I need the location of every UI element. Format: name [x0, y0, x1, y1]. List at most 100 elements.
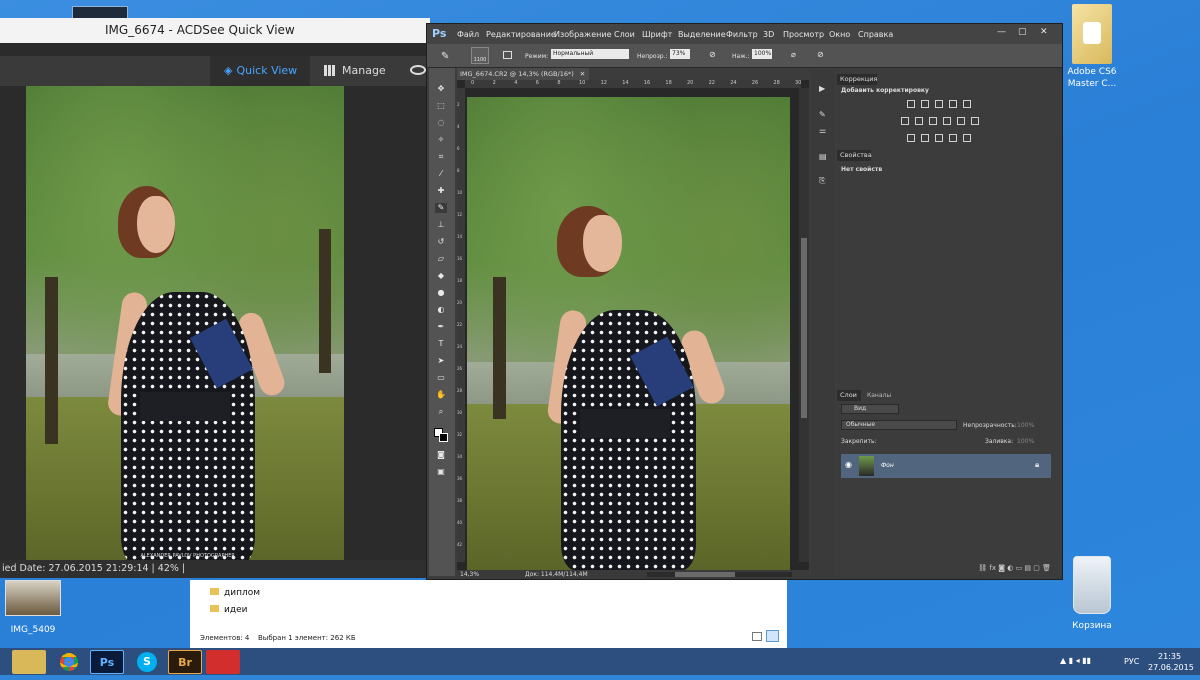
hue-sat-icon[interactable] [901, 117, 909, 125]
type-tool-icon[interactable]: T [435, 339, 447, 349]
tab-channels[interactable]: Каналы [867, 392, 891, 399]
language-indicator[interactable]: РУС [1124, 657, 1139, 666]
color-balance-icon[interactable] [915, 117, 923, 125]
visibility-eye-icon[interactable]: ◉ [845, 460, 852, 469]
airbrush-icon[interactable]: ⌀ [791, 50, 796, 59]
hand-tool-icon[interactable]: ✋ [435, 390, 447, 400]
close-tab-icon[interactable]: ✕ [580, 70, 585, 78]
quick-select-tool-icon[interactable]: ✧ [435, 135, 447, 145]
desktop-icon-recycle-bin[interactable]: Корзина [1062, 556, 1122, 632]
levels-icon[interactable] [921, 100, 929, 108]
clone-source-icon[interactable]: ⎘ [819, 176, 825, 186]
horizontal-scrollbar[interactable] [647, 572, 792, 577]
brightness-icon[interactable] [907, 100, 915, 108]
eraser-tool-icon[interactable]: ▱ [435, 254, 447, 264]
fill-input[interactable]: 100% [1017, 438, 1034, 445]
opacity-input[interactable]: 73% [670, 49, 690, 59]
menu-item[interactable]: Редактирование [486, 30, 556, 39]
channel-mixer-icon[interactable] [957, 117, 965, 125]
doc-info[interactable]: Док: 114,4M/114,4M [525, 571, 588, 578]
skype-icon[interactable]: S [130, 650, 164, 674]
threshold-icon[interactable] [935, 134, 943, 142]
screen-mode-icon[interactable]: ▣ [435, 467, 447, 477]
explorer-icon[interactable] [12, 650, 46, 674]
tab-correction[interactable]: Коррекция [837, 74, 877, 85]
vibrance-icon[interactable] [963, 100, 971, 108]
layer-kind-filter[interactable]: Вид [841, 404, 899, 414]
tab-manage[interactable]: Manage [322, 56, 392, 86]
camera-icon[interactable] [206, 650, 240, 674]
layer-row[interactable]: ◉ Фон 🔒︎ [841, 454, 1051, 478]
list-item[interactable]: диплом [210, 588, 260, 598]
mode-select[interactable]: Нормальный [551, 49, 629, 59]
lasso-tool-icon[interactable]: ◌ [435, 118, 447, 128]
color-lookup-icon[interactable] [971, 117, 979, 125]
minimize-button[interactable]: — [997, 27, 1006, 37]
menu-item[interactable]: Выделение [678, 30, 726, 39]
pressure-size-icon[interactable]: ⊘ [817, 50, 824, 59]
brush-size-preset[interactable]: 1100 [471, 47, 489, 64]
desktop-icon-img5409[interactable]: IMG_5409 [0, 580, 66, 636]
menu-item[interactable]: Шрифт [642, 30, 672, 39]
bw-icon[interactable] [929, 117, 937, 125]
bridge-icon[interactable]: Br [168, 650, 202, 674]
menu-item[interactable]: Фильтр [726, 30, 758, 39]
chrome-icon[interactable] [52, 650, 86, 674]
zoom-level[interactable]: 14,3% [460, 571, 479, 578]
clock-time[interactable]: 21:35 [1158, 652, 1181, 661]
view-eye-icon[interactable] [410, 65, 426, 75]
photo-filter-icon[interactable] [943, 117, 951, 125]
dodge-tool-icon[interactable]: ◐ [435, 305, 447, 315]
selective-color-icon[interactable] [963, 134, 971, 142]
exposure-icon[interactable] [949, 100, 957, 108]
brush-panel-icon[interactable] [503, 51, 512, 59]
adjust-icon[interactable]: ⚌ [819, 126, 826, 135]
tab-properties[interactable]: Свойства [837, 150, 872, 161]
background-color-swatch[interactable] [439, 433, 448, 442]
brush-tool-icon[interactable]: ✎ [441, 51, 449, 62]
history-icon[interactable]: ▤ [819, 152, 827, 161]
menu-item[interactable]: 3D [763, 30, 774, 39]
pen-tool-icon[interactable]: ✒ [435, 322, 447, 332]
eyedropper-tool-icon[interactable]: ⁄ [435, 169, 447, 179]
maximize-button[interactable]: ▢ [1018, 27, 1027, 37]
menu-item[interactable]: Справка [858, 30, 893, 39]
quick-mask-icon[interactable]: ◙ [435, 450, 447, 460]
gradient-map-icon[interactable] [949, 134, 957, 142]
menu-item[interactable]: Окно [829, 30, 850, 39]
list-item[interactable]: идеи [210, 605, 247, 615]
blend-mode-select[interactable]: Обычные [841, 420, 957, 430]
photoshop-icon[interactable]: Ps [90, 650, 124, 674]
tiles-view-icon[interactable] [766, 630, 779, 642]
history-brush-tool-icon[interactable]: ↺ [435, 237, 447, 247]
brush-preset-icon[interactable]: ✎ [819, 110, 826, 119]
menu-item[interactable]: Слои [614, 30, 635, 39]
shape-tool-icon[interactable]: ▭ [435, 373, 447, 383]
menu-item[interactable]: Файл [457, 30, 479, 39]
airbrush-pressure-icon[interactable]: ⊘ [709, 50, 716, 59]
vertical-scrollbar[interactable] [799, 88, 809, 562]
blur-tool-icon[interactable]: ● [435, 288, 447, 298]
crop-tool-icon[interactable]: ⌗ [435, 152, 447, 162]
bucket-tool-icon[interactable]: ◆ [435, 271, 447, 281]
document-tab[interactable]: IMG_6674.CR2 @ 14,3% (RGB/16*) ✕ [457, 68, 589, 80]
details-view-icon[interactable] [752, 632, 762, 641]
path-select-tool-icon[interactable]: ➤ [435, 356, 447, 366]
tab-layers[interactable]: Слои [837, 390, 861, 401]
desktop-icon-adobe-cs6[interactable]: Adobe CS6 Master C... [1062, 4, 1122, 90]
menu-item[interactable]: Просмотр [783, 30, 824, 39]
marquee-tool-icon[interactable]: ⬚ [435, 101, 447, 111]
stamp-tool-icon[interactable]: ⊥ [435, 220, 447, 230]
layer-opacity-input[interactable]: 100% [1017, 422, 1034, 429]
invert-icon[interactable] [907, 134, 915, 142]
brush-tool-icon[interactable]: ✎ [435, 203, 447, 213]
play-icon[interactable]: ▶ [819, 84, 825, 93]
zoom-tool-icon[interactable]: ⌕ [435, 407, 447, 417]
close-button[interactable]: ✕ [1040, 27, 1048, 37]
clock-date[interactable]: 27.06.2015 [1148, 663, 1194, 672]
posterize-icon[interactable] [921, 134, 929, 142]
menu-item[interactable]: Изображение [554, 30, 612, 39]
flow-input[interactable]: 100% [752, 49, 772, 59]
move-tool-icon[interactable]: ✥ [435, 84, 447, 94]
curves-icon[interactable] [935, 100, 943, 108]
